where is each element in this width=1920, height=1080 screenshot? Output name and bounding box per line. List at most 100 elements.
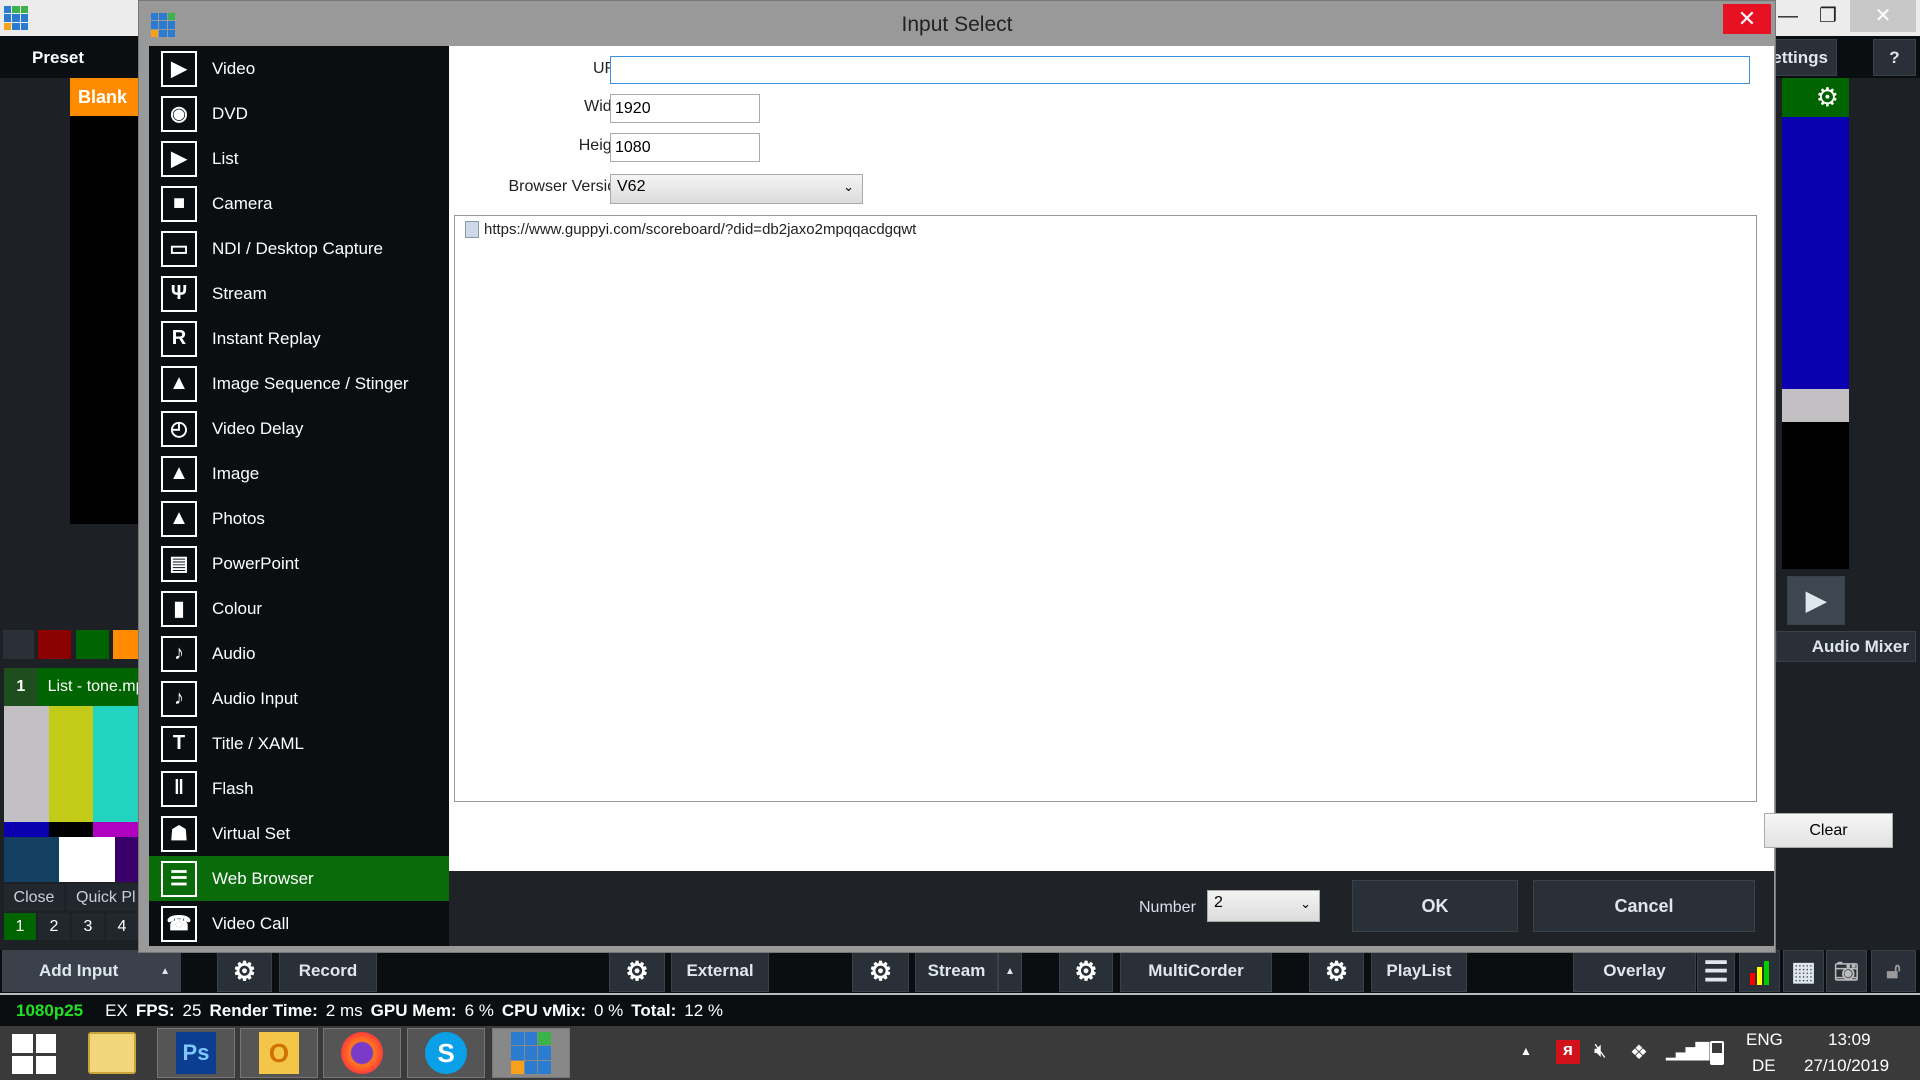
help-button[interactable]: ? xyxy=(1873,39,1916,76)
playlist-button[interactable]: PlayList xyxy=(1371,950,1467,992)
stream-settings-gear-icon[interactable]: ⚙ xyxy=(852,950,909,992)
file-explorer-icon[interactable] xyxy=(88,1032,136,1074)
input-type-web-browser[interactable]: ☰ Web Browser xyxy=(149,856,449,901)
avira-icon[interactable]: ᴙ xyxy=(1556,1040,1580,1064)
caret-up-icon[interactable]: ▲ xyxy=(160,966,170,977)
input-type-video[interactable]: ▶ Video xyxy=(149,46,449,91)
input-type-video-delay[interactable]: ◴ Video Delay xyxy=(149,406,449,451)
input-type-photos[interactable]: ▲ Photos xyxy=(149,496,449,541)
input-type-label: Video xyxy=(212,58,256,78)
record-button[interactable]: Record xyxy=(279,950,377,992)
input-tab-4[interactable]: 4 xyxy=(106,913,138,940)
input-type-title-xaml[interactable]: T Title / XAML xyxy=(149,721,449,766)
input-tab-1[interactable]: 1 xyxy=(4,913,36,940)
show-hidden-icons-icon[interactable]: ▲ xyxy=(1520,1044,1532,1058)
taskbar-skype[interactable]: S xyxy=(407,1028,485,1078)
input-type-ndi-desktop-capture[interactable]: ▭ NDI / Desktop Capture xyxy=(149,226,449,271)
input-thumbnail-colour-bars[interactable] xyxy=(4,706,138,882)
snapshot-camera-icon[interactable]: 📷︎ xyxy=(1826,950,1867,992)
output-preview-black xyxy=(1782,422,1849,569)
input-type-label: Colour xyxy=(212,598,263,618)
multiview-grid-icon[interactable]: ▦ xyxy=(1783,950,1824,992)
history-item[interactable]: https://www.guppyi.com/scoreboard/?did=d… xyxy=(465,221,1746,238)
input-type-video-call[interactable]: ☎ Video Call xyxy=(149,901,449,946)
input-type-list[interactable]: ▶ List xyxy=(149,136,449,181)
url-history-list[interactable]: https://www.guppyi.com/scoreboard/?did=d… xyxy=(454,215,1757,802)
battery-icon[interactable] xyxy=(1710,1041,1724,1065)
multicorder-button[interactable]: MultiCorder xyxy=(1120,950,1272,992)
close-input-button[interactable]: Close xyxy=(4,884,64,911)
input-type-dvd[interactable]: ◉ DVD xyxy=(149,91,449,136)
input-type-label: Instant Replay xyxy=(212,328,321,348)
multicorder-settings-gear-icon[interactable]: ⚙ xyxy=(1059,950,1113,992)
lock-icon[interactable]: 🔓︎ xyxy=(1871,950,1916,992)
audio-mixer-button[interactable]: Audio Mixer xyxy=(1776,631,1916,662)
dialog-close-button[interactable]: ✕ xyxy=(1723,4,1771,34)
input-type-powerpoint[interactable]: ▤ PowerPoint xyxy=(149,541,449,586)
colour-tag-green[interactable] xyxy=(76,630,109,659)
height-input[interactable] xyxy=(610,133,760,162)
playlist-settings-gear-icon[interactable]: ⚙ xyxy=(1309,950,1364,992)
external-button[interactable]: External xyxy=(671,950,769,992)
web-browser-settings: URL Width Height Browser Version V62 ⌄ ht… xyxy=(449,46,1893,871)
colour-tag-red[interactable] xyxy=(38,630,71,659)
window-close-button[interactable]: ✕ xyxy=(1850,0,1916,32)
gear-icon[interactable]: ⚙ xyxy=(1816,82,1839,112)
input-type-stream[interactable]: Ψ Stream xyxy=(149,271,449,316)
stream-caret-up-icon[interactable]: ▲ xyxy=(998,950,1022,992)
input-type-audio-input[interactable]: ♪ Audio Input xyxy=(149,676,449,721)
speaker-muted-icon[interactable]: 🔇︎ xyxy=(1594,1040,1607,1063)
restore-button[interactable]: ❐ xyxy=(1800,0,1856,32)
add-input-button[interactable]: Add Input ▲ xyxy=(2,950,181,992)
taskbar-outlook[interactable]: O xyxy=(240,1028,318,1078)
colour-tag-none[interactable] xyxy=(3,630,34,659)
stream-button[interactable]: Stream xyxy=(915,950,998,992)
external-settings-gear-icon[interactable]: ⚙ xyxy=(609,950,665,992)
clock-date[interactable]: 27/10/2019 xyxy=(1804,1056,1889,1076)
network-signal-icon[interactable]: ▁▃▅▇ xyxy=(1666,1040,1709,1061)
language-eng[interactable]: ENG xyxy=(1746,1030,1783,1050)
input-type-label: DVD xyxy=(212,103,248,123)
taskbar-firefox[interactable] xyxy=(323,1028,401,1078)
input-tab-2[interactable]: 2 xyxy=(38,913,70,940)
quick-play-button[interactable]: Quick Pl xyxy=(66,884,138,911)
blank-preset[interactable]: Blank xyxy=(70,78,138,116)
overlay-button[interactable]: Overlay xyxy=(1573,950,1696,992)
dropbox-icon[interactable]: ❖ xyxy=(1630,1040,1648,1065)
output-preview-bar xyxy=(1782,389,1849,422)
taskbar-photoshop[interactable]: Ps xyxy=(157,1028,235,1078)
url-input[interactable] xyxy=(610,56,1750,84)
input-type-virtual-set[interactable]: ☗ Virtual Set xyxy=(149,811,449,856)
colour-tag-orange[interactable] xyxy=(113,630,138,659)
clear-button[interactable]: Clear xyxy=(1764,813,1893,848)
skype-icon: S xyxy=(425,1032,467,1074)
cancel-button[interactable]: Cancel xyxy=(1533,880,1755,932)
video-format: 1080p25 xyxy=(16,1000,84,1020)
language-de[interactable]: DE xyxy=(1752,1056,1776,1076)
input-header[interactable]: 1 List - tone.mp xyxy=(4,668,138,706)
record-settings-gear-icon[interactable]: ⚙ xyxy=(217,950,272,992)
input-type-label: Flash xyxy=(212,778,254,798)
input-type-colour[interactable]: ▮ Colour xyxy=(149,586,449,631)
audio-meter-icon[interactable] xyxy=(1739,950,1780,992)
input-type-camera[interactable]: ■ Camera xyxy=(149,181,449,226)
width-input[interactable] xyxy=(610,94,760,123)
input-type-flash[interactable]: ‖ Flash xyxy=(149,766,449,811)
browser-version-select[interactable]: V62 ⌄ xyxy=(610,174,863,204)
input-tab-3[interactable]: 3 xyxy=(72,913,104,940)
number-select[interactable]: 2 ⌄ xyxy=(1207,890,1320,922)
list-icon: ▶ xyxy=(161,140,197,177)
input-type-image-sequence-stinger[interactable]: ▲ Image Sequence / Stinger xyxy=(149,361,449,406)
clock-time[interactable]: 13:09 xyxy=(1828,1030,1871,1050)
play-button[interactable]: ▶ xyxy=(1787,576,1845,625)
input-type-instant-replay[interactable]: R Instant Replay xyxy=(149,316,449,361)
input-type-image[interactable]: ▲ Image xyxy=(149,451,449,496)
add-input-label: Add Input xyxy=(39,961,119,980)
camera-icon: ■ xyxy=(161,185,197,222)
windows-start-icon[interactable] xyxy=(12,1034,56,1074)
ok-button[interactable]: OK xyxy=(1352,880,1518,932)
colour-icon: ▮ xyxy=(161,590,197,627)
menu-icon[interactable]: ☰ xyxy=(1697,950,1735,992)
input-type-audio[interactable]: ♪ Audio xyxy=(149,631,449,676)
taskbar-vmix[interactable] xyxy=(492,1028,570,1078)
